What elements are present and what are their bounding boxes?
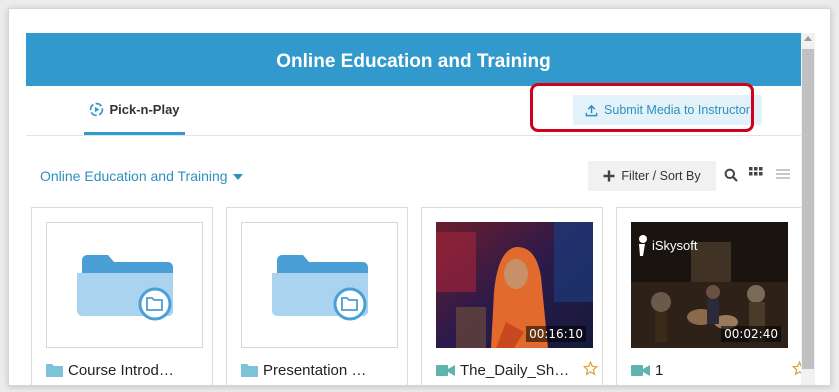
media-card-1[interactable]: iSkysoft 00:02:40 1: [616, 207, 801, 385]
app-window: Online Education and Training Pick-n-Pla…: [8, 8, 831, 386]
pick-n-play-icon: [90, 102, 104, 116]
annotation-highlight-box: [530, 83, 754, 132]
media-card-daily-show[interactable]: 00:16:10 The_Daily_Sh…: [421, 207, 603, 385]
folder-icon: [77, 255, 173, 321]
media-title: 1: [655, 361, 664, 379]
filter-sort-label: Filter / Sort By: [621, 169, 701, 183]
folder-icon: [46, 364, 63, 377]
chevron-down-icon: [232, 173, 243, 180]
video-camera-icon: [436, 364, 455, 376]
category-dropdown[interactable]: Online Education and Training: [40, 167, 243, 185]
video-thumbnail: 00:16:10: [436, 222, 593, 348]
folder-icon: [272, 255, 368, 321]
plus-icon: [603, 170, 615, 182]
search-icon[interactable]: [724, 168, 738, 187]
folder-thumbnail: [241, 222, 398, 348]
video-duration: 00:02:40: [721, 326, 781, 342]
media-card-presentation[interactable]: Presentation …: [226, 207, 408, 385]
watermark-text: iSkysoft: [652, 238, 698, 253]
media-title: The_Daily_Sh…: [460, 361, 570, 379]
video-camera-icon: [631, 364, 650, 376]
media-title: Presentation …: [263, 361, 367, 379]
scrollbar-thumb[interactable]: [802, 49, 814, 369]
media-title-row: The_Daily_Sh…: [436, 360, 598, 380]
scroll-up-arrow-icon[interactable]: [804, 36, 812, 41]
grid-view-icon[interactable]: [749, 166, 763, 185]
media-title-row: Presentation …: [241, 360, 403, 380]
media-title-row: 1: [631, 360, 793, 380]
star-icon[interactable]: [583, 361, 598, 376]
category-label: Online Education and Training: [40, 168, 228, 184]
media-title-row: Course Introd…: [46, 360, 208, 380]
page-title: Online Education and Training: [26, 33, 801, 86]
star-icon[interactable]: [792, 361, 801, 376]
media-title: Course Introd…: [68, 361, 174, 379]
list-view-icon[interactable]: [776, 168, 790, 187]
tab-label: Pick-n-Play: [109, 101, 180, 117]
tab-pick-n-play[interactable]: Pick-n-Play: [84, 86, 185, 135]
filter-sort-button[interactable]: Filter / Sort By: [588, 161, 716, 191]
video-thumbnail: iSkysoft 00:02:40: [631, 222, 788, 348]
folder-icon: [241, 364, 258, 377]
vertical-scrollbar[interactable]: [801, 33, 815, 385]
folder-thumbnail: [46, 222, 203, 348]
video-duration: 00:16:10: [526, 326, 586, 342]
media-card-course-intro[interactable]: Course Introd…: [31, 207, 213, 385]
